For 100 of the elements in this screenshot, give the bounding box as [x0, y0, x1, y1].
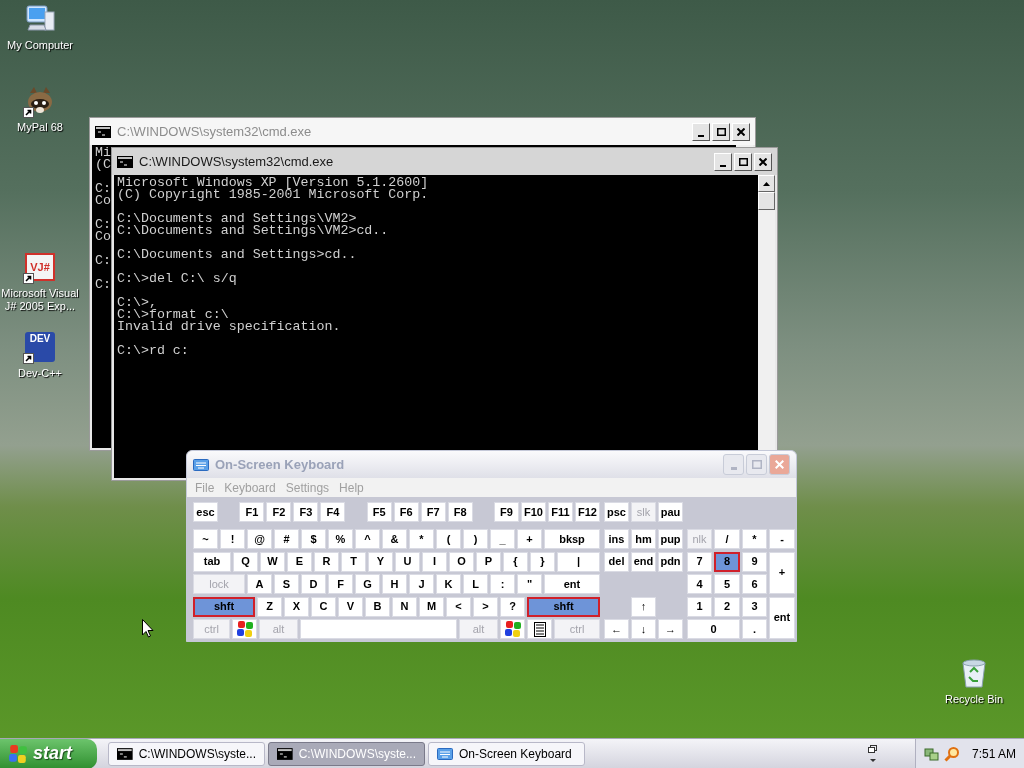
key-button[interactable]: 9	[742, 551, 767, 572]
key-button[interactable]: *	[742, 529, 767, 549]
key-button[interactable]: {	[503, 551, 528, 572]
key-button[interactable]: 2	[714, 596, 740, 617]
key-button[interactable]: pdn	[658, 551, 683, 572]
key-button[interactable]: end	[631, 551, 656, 572]
key-button[interactable]: O	[449, 551, 474, 572]
key-button[interactable]: M	[419, 596, 444, 617]
taskbar-button[interactable]: On-Screen Keyboard	[428, 741, 585, 766]
key-button[interactable]: esc	[193, 502, 218, 522]
key-button[interactable]: Z	[257, 596, 282, 617]
key-button[interactable]: :	[490, 574, 515, 594]
key-button[interactable]: A	[247, 574, 272, 594]
scroll-thumb[interactable]	[758, 192, 775, 210]
key-button[interactable]: psc	[604, 502, 629, 522]
key-button[interactable]: F	[328, 574, 353, 594]
key-button[interactable]: $	[301, 529, 326, 549]
key-button[interactable]: ins	[604, 529, 629, 549]
key-button[interactable]: H	[382, 574, 407, 594]
magnifier-icon[interactable]	[944, 745, 960, 762]
shift-key[interactable]: shft	[527, 596, 600, 617]
key-button[interactable]: F10	[521, 502, 546, 522]
key-button[interactable]: 8	[714, 551, 740, 572]
shift-key[interactable]: shft	[193, 596, 255, 617]
icon-label[interactable]: Recycle Bin	[944, 693, 1004, 706]
key-button[interactable]: P	[476, 551, 501, 572]
key-button[interactable]: *	[409, 529, 434, 549]
key-button[interactable]: R	[314, 551, 339, 572]
recycle-bin-icon[interactable]	[959, 657, 989, 689]
key-button[interactable]: U	[395, 551, 420, 572]
icon-label[interactable]: MyPal 68	[17, 121, 63, 134]
key-button[interactable]: F4	[320, 502, 346, 522]
key-button[interactable]: ←	[604, 619, 629, 639]
key-button[interactable]: 3	[742, 596, 767, 617]
key-button[interactable]: }	[530, 551, 555, 572]
icon-label[interactable]: Microsoft Visual J# 2005 Exp...	[0, 287, 80, 313]
key-button[interactable]: F1	[239, 502, 265, 522]
key-button[interactable]: G	[355, 574, 380, 594]
key-button[interactable]: &	[382, 529, 407, 549]
key-button[interactable]: F12	[575, 502, 600, 522]
key-button[interactable]: >	[473, 596, 498, 617]
backspace-key[interactable]: bksp	[544, 529, 600, 549]
key-button[interactable]: ~	[193, 529, 218, 549]
key-button[interactable]: +	[517, 529, 542, 549]
key-button[interactable]: X	[284, 596, 309, 617]
key-button[interactable]: C	[311, 596, 336, 617]
key-button[interactable]: _	[490, 529, 515, 549]
network-icon[interactable]	[924, 745, 940, 762]
key-button[interactable]: J	[409, 574, 434, 594]
key-button[interactable]: pup	[658, 529, 683, 549]
key-button[interactable]: N	[392, 596, 417, 617]
key-button[interactable]: V	[338, 596, 363, 617]
key-button[interactable]: hm	[631, 529, 656, 549]
key-button[interactable]: F8	[447, 502, 473, 522]
key-button[interactable]: %	[328, 529, 353, 549]
key-button[interactable]: Y	[368, 551, 393, 572]
key-button[interactable]: |	[557, 551, 600, 572]
key-button[interactable]: ?	[500, 596, 525, 617]
key-button[interactable]: T	[341, 551, 366, 572]
key-button[interactable]: ↓	[631, 619, 656, 639]
key-button[interactable]: 5	[714, 574, 740, 594]
key-button[interactable]: →	[658, 619, 683, 639]
key-button[interactable]: F9	[494, 502, 519, 522]
key-button[interactable]: Q	[233, 551, 258, 572]
key-button[interactable]: F2	[266, 502, 292, 522]
key-button[interactable]: 4	[687, 574, 712, 594]
key-button[interactable]: S	[274, 574, 299, 594]
key-button[interactable]: 6	[742, 574, 767, 594]
windows-key[interactable]	[500, 619, 525, 639]
key-button[interactable]: W	[260, 551, 285, 572]
key-button[interactable]: del	[604, 551, 629, 572]
key-button[interactable]: )	[463, 529, 488, 549]
key-button[interactable]: #	[274, 529, 299, 549]
key-button[interactable]: !	[220, 529, 245, 549]
key-button[interactable]: F5	[366, 502, 392, 522]
key-button[interactable]: B	[365, 596, 390, 617]
key-button[interactable]: F6	[393, 502, 419, 522]
tab-key[interactable]: tab	[193, 551, 231, 572]
key-button[interactable]: pau	[658, 502, 683, 522]
icon-label[interactable]: My Computer	[7, 39, 73, 52]
enter-key[interactable]: ent	[544, 574, 600, 594]
window-group-icon[interactable]	[868, 744, 878, 763]
key-button[interactable]: /	[714, 529, 740, 549]
key-button[interactable]: ent	[769, 596, 795, 639]
app-logo[interactable]: DEV	[25, 332, 55, 362]
key-button[interactable]: ^	[355, 529, 380, 549]
key-button[interactable]: ↑	[631, 596, 656, 617]
key-button[interactable]: .	[742, 619, 767, 639]
scroll-up-button[interactable]	[758, 175, 775, 192]
key-button[interactable]: 0	[687, 619, 740, 639]
windows-key[interactable]	[232, 619, 257, 639]
key-button[interactable]: K	[436, 574, 461, 594]
key-button[interactable]: <	[446, 596, 471, 617]
key-button[interactable]: 1	[687, 596, 712, 617]
taskbar-button[interactable]: C:\WINDOWS\syste...	[108, 741, 265, 766]
app-logo[interactable]: VJ#	[25, 253, 55, 281]
key-button[interactable]: -	[769, 529, 795, 549]
key-button[interactable]: I	[422, 551, 447, 572]
key-button[interactable]: D	[301, 574, 326, 594]
key-button[interactable]: 7	[687, 551, 712, 572]
